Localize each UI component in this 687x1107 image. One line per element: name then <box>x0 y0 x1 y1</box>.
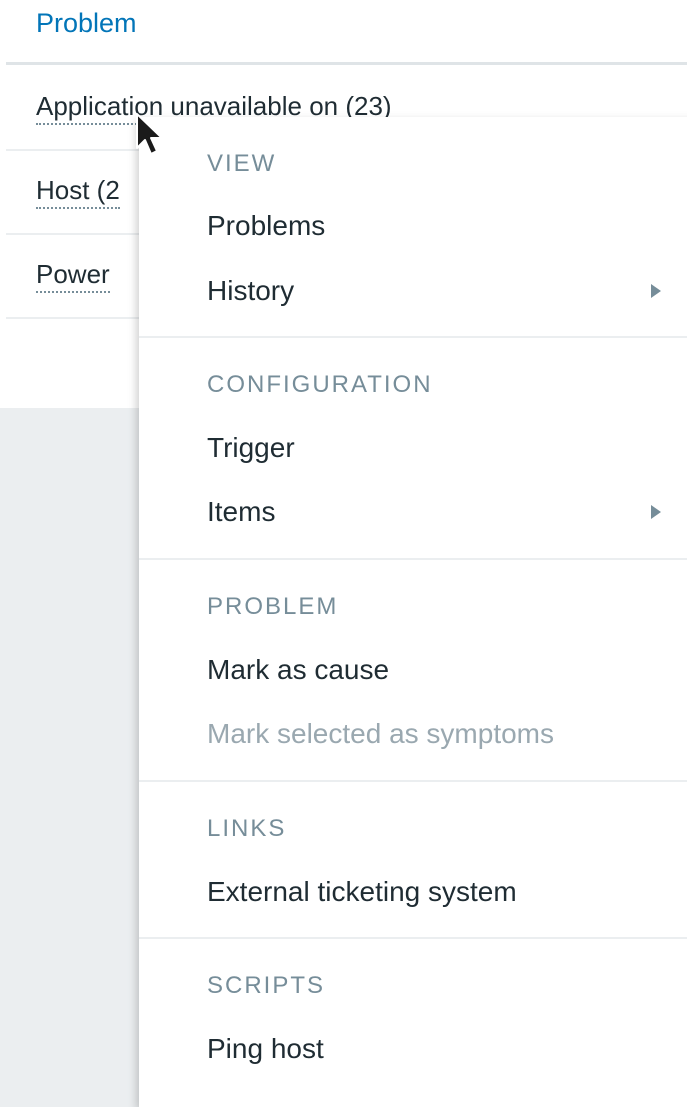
menu-section-view: VIEW Problems History <box>139 117 687 338</box>
context-menu: VIEW Problems History CONFIGURATION Trig… <box>139 117 687 1107</box>
menu-item-label: History <box>207 275 295 306</box>
section-title-scripts: SCRIPTS <box>207 972 326 999</box>
problem-link-host[interactable]: Host (2 <box>36 173 120 209</box>
menu-item-label: Mark as cause <box>207 654 390 685</box>
menu-item-history[interactable]: History <box>207 273 687 309</box>
menu-item-label: External ticketing system <box>207 876 517 907</box>
menu-item-items[interactable]: Items <box>207 494 687 530</box>
section-title-configuration: CONFIGURATION <box>207 371 433 398</box>
menu-item-label: Ping host <box>207 1033 324 1064</box>
mouse-pointer-icon <box>136 113 163 155</box>
header-divider <box>6 62 687 65</box>
menu-item-label: Problems <box>207 210 326 241</box>
menu-item-label: Trigger <box>207 432 295 463</box>
menu-item-ping-host[interactable]: Ping host <box>207 1031 687 1067</box>
submenu-arrow-icon <box>651 505 661 519</box>
menu-section-links: LINKS External ticketing system <box>139 782 687 939</box>
menu-item-mark-as-cause[interactable]: Mark as cause <box>207 652 687 688</box>
section-title-problem: PROBLEM <box>207 593 339 620</box>
menu-section-scripts: SCRIPTS Ping host <box>139 939 687 1107</box>
section-title-links: LINKS <box>207 815 287 842</box>
menu-item-trigger[interactable]: Trigger <box>207 430 687 466</box>
problem-link-power[interactable]: Power <box>36 257 110 293</box>
page: Problem Application unavailable on (23) … <box>0 0 687 1107</box>
submenu-arrow-icon <box>651 284 661 298</box>
problem-column-header[interactable]: Problem <box>36 6 137 40</box>
menu-item-label: Items <box>207 496 276 527</box>
menu-section-problem: PROBLEM Mark as cause Mark selected as s… <box>139 560 687 782</box>
menu-item-external-ticketing-system[interactable]: External ticketing system <box>207 874 687 910</box>
section-title-view: VIEW <box>207 150 277 177</box>
menu-item-label: Mark selected as symptoms <box>207 718 554 749</box>
menu-item-mark-selected-as-symptoms: Mark selected as symptoms <box>207 716 687 752</box>
menu-section-configuration: CONFIGURATION Trigger Items <box>139 338 687 560</box>
menu-item-problems[interactable]: Problems <box>207 208 687 244</box>
